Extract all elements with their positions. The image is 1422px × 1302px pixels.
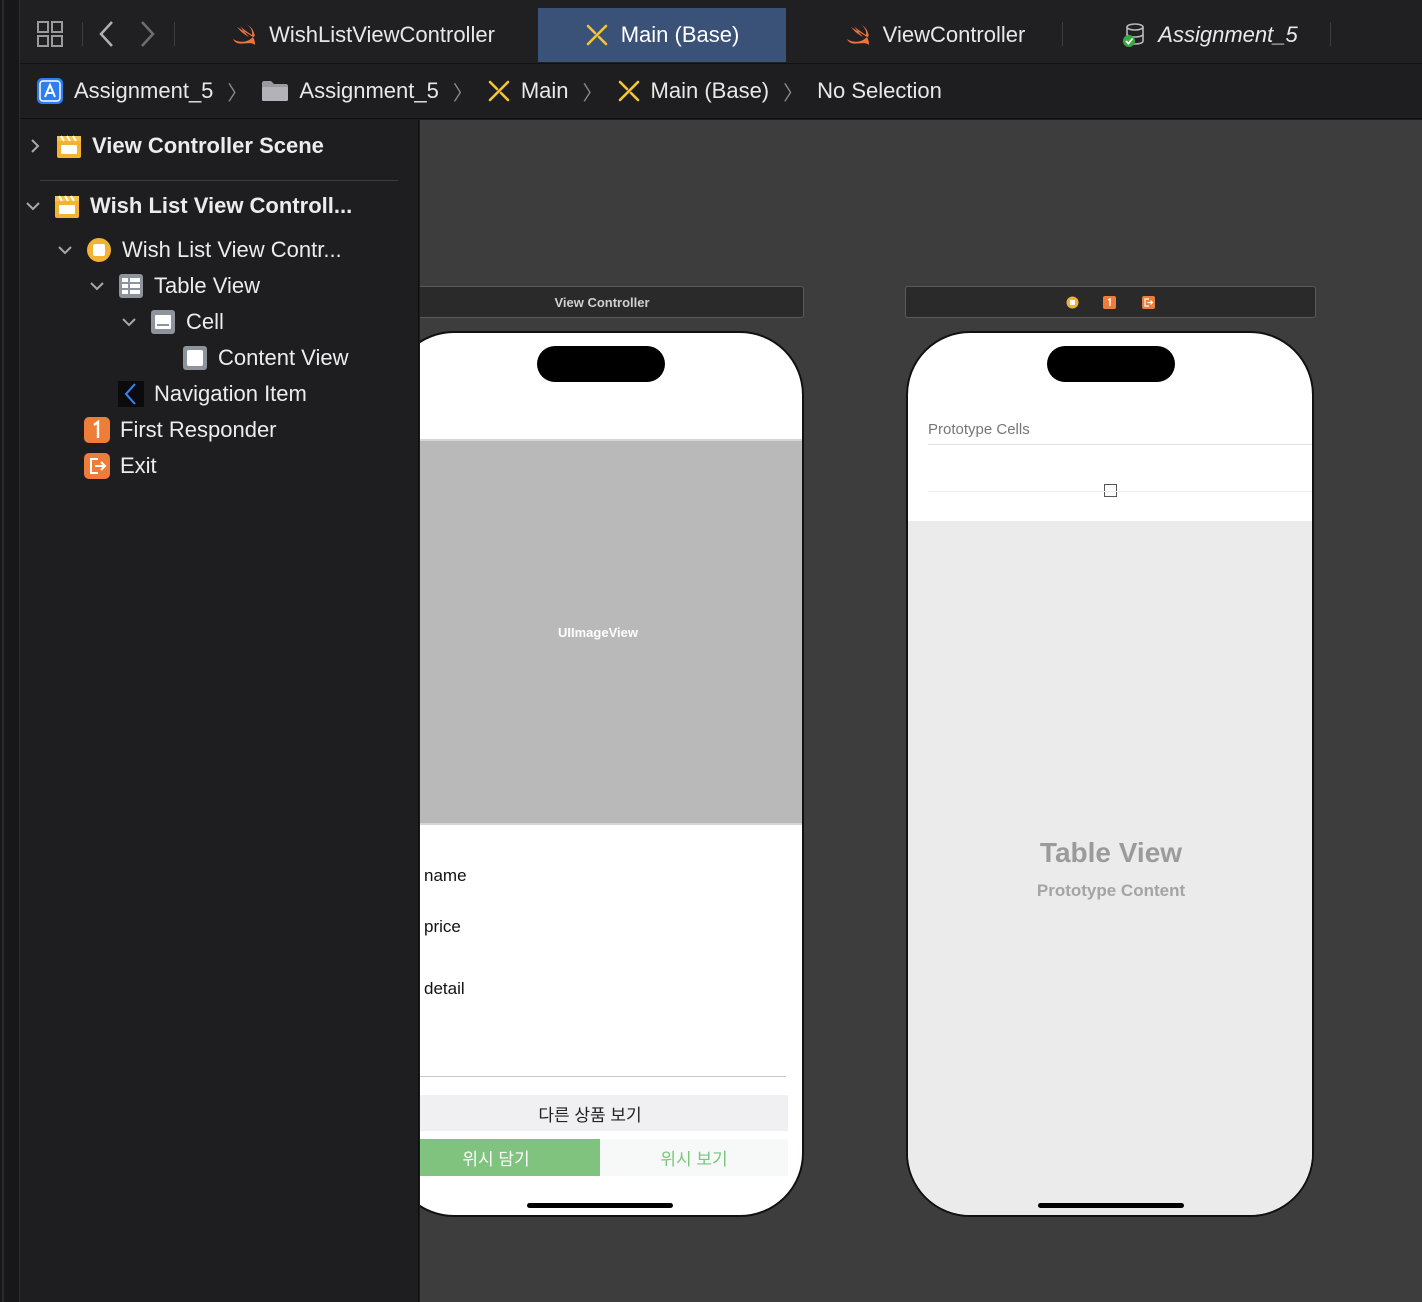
prototype-cells-header: Prototype Cells bbox=[928, 421, 1030, 438]
forward-chevron-icon[interactable] bbox=[138, 20, 156, 53]
price-label[interactable]: price bbox=[424, 917, 461, 937]
chevron-down-icon[interactable] bbox=[24, 197, 42, 215]
left-edge-strip bbox=[0, 0, 20, 1302]
storyboard-icon bbox=[487, 79, 511, 103]
outline-row-wishlist-vc[interactable]: Wish List View Contr... bbox=[56, 233, 342, 267]
breadcrumb-label: Assignment_5 bbox=[299, 78, 439, 103]
scene-icon bbox=[54, 193, 80, 219]
outline-label: Navigation Item bbox=[154, 381, 307, 406]
storyboard-icon bbox=[585, 23, 609, 47]
outline-label: First Responder bbox=[120, 417, 277, 442]
other-products-button[interactable]: 다른 상품 보기 bbox=[420, 1095, 788, 1131]
separator-line bbox=[420, 1076, 786, 1077]
breadcrumb-label: Main (Base) bbox=[650, 78, 770, 103]
first-responder-dock-icon[interactable] bbox=[1103, 295, 1116, 309]
exit-dock-icon[interactable] bbox=[1142, 295, 1155, 309]
breadcrumb-main[interactable]: Main bbox=[487, 78, 569, 104]
breadcrumb-label: Main bbox=[520, 78, 569, 103]
document-outline: View Controller Scene Wish List View Con… bbox=[20, 120, 419, 1302]
breadcrumb-no-selection[interactable]: No Selection bbox=[817, 78, 942, 104]
dynamic-island bbox=[537, 346, 665, 382]
chevron-right-icon: 〉 bbox=[452, 82, 473, 105]
breadcrumb-folder[interactable]: Assignment_5 bbox=[261, 78, 439, 104]
name-label[interactable]: name bbox=[424, 866, 467, 886]
table-view-area[interactable] bbox=[908, 521, 1312, 1215]
tab-label: ViewController bbox=[882, 22, 1026, 47]
database-check-icon bbox=[1122, 22, 1146, 48]
folder-icon bbox=[261, 79, 289, 103]
add-wish-button[interactable]: 위시 담기 bbox=[420, 1139, 600, 1176]
tab-main-base[interactable]: Main (Base) bbox=[538, 8, 786, 62]
home-indicator bbox=[527, 1203, 673, 1208]
breadcrumb-label: No Selection bbox=[817, 78, 942, 103]
tab-wishlistviewcontroller[interactable]: WishListViewController bbox=[198, 8, 528, 62]
outline-label: Exit bbox=[120, 453, 157, 478]
xcode-project-icon bbox=[36, 77, 64, 105]
outline-row-navigation-item[interactable]: Navigation Item bbox=[118, 377, 307, 411]
tab-label: WishListViewController bbox=[269, 22, 495, 47]
scene-title: View Controller bbox=[554, 294, 650, 310]
tab-label: Main (Base) bbox=[620, 22, 740, 47]
cell-separator bbox=[928, 491, 1312, 492]
exit-icon bbox=[84, 453, 110, 479]
outline-row-first-responder[interactable]: First Responder bbox=[84, 413, 277, 447]
tab-assignment5[interactable]: Assignment_5 bbox=[1090, 8, 1330, 62]
outline-label: Wish List View Contr... bbox=[122, 237, 342, 262]
view-wish-button[interactable]: 위시 보기 bbox=[600, 1139, 788, 1176]
editor-tab-bar: WishListViewController Main (Base) ViewC… bbox=[20, 0, 1422, 64]
tab-label: Assignment_5 bbox=[1158, 22, 1298, 47]
view-controller-icon bbox=[86, 237, 112, 263]
chevron-right-icon: 〉 bbox=[582, 82, 603, 105]
view-controller-scene[interactable]: UIImageView name price detail 다른 상품 보기 위… bbox=[420, 331, 804, 1217]
breadcrumb-project[interactable]: Assignment_5 bbox=[36, 77, 213, 105]
chevron-right-icon: 〉 bbox=[783, 82, 804, 105]
breadcrumb-main-base[interactable]: Main (Base) bbox=[617, 78, 770, 104]
scene-icon bbox=[56, 133, 82, 159]
outline-label: Table View bbox=[154, 273, 260, 298]
image-view[interactable]: UIImageView bbox=[420, 439, 802, 825]
chevron-down-icon[interactable] bbox=[120, 313, 138, 331]
outline-row-view-controller-scene[interactable]: View Controller Scene bbox=[26, 129, 324, 163]
outline-row-exit[interactable]: Exit bbox=[84, 449, 157, 483]
image-view-label: UIImageView bbox=[558, 624, 638, 640]
header-separator bbox=[928, 444, 1312, 445]
outline-label: View Controller Scene bbox=[92, 133, 324, 158]
navigation-item-icon bbox=[118, 381, 144, 407]
detail-label[interactable]: detail bbox=[424, 979, 465, 999]
cell-icon bbox=[150, 309, 176, 335]
storyboard-icon bbox=[617, 79, 641, 103]
swift-icon bbox=[231, 23, 257, 47]
dynamic-island bbox=[1047, 346, 1175, 382]
table-view-subtitle: Prototype Content bbox=[1036, 881, 1186, 900]
breadcrumb-label: Assignment_5 bbox=[74, 78, 214, 103]
chevron-right-icon[interactable] bbox=[26, 137, 44, 155]
chevron-down-icon[interactable] bbox=[88, 277, 106, 295]
home-indicator bbox=[1038, 1203, 1184, 1208]
swift-icon bbox=[845, 23, 871, 47]
storyboard-canvas[interactable]: View Controller UIImageView name price d… bbox=[420, 120, 1422, 1302]
tab-viewcontroller[interactable]: ViewController bbox=[810, 8, 1060, 62]
view-controller-dock-icon[interactable] bbox=[1066, 296, 1079, 309]
back-chevron-icon[interactable] bbox=[98, 20, 116, 53]
outline-label: Wish List View Controll... bbox=[90, 193, 353, 218]
related-items-grid-icon[interactable] bbox=[36, 20, 64, 53]
outline-label: Cell bbox=[186, 309, 224, 334]
content-view-icon bbox=[182, 345, 208, 371]
first-responder-icon bbox=[84, 417, 110, 443]
scene-dock-wishlist[interactable] bbox=[905, 286, 1316, 318]
outline-row-cell[interactable]: Cell bbox=[120, 305, 224, 339]
outline-row-content-view[interactable]: Content View bbox=[182, 341, 348, 375]
scene-dock-view-controller[interactable]: View Controller bbox=[420, 286, 804, 318]
chevron-down-icon[interactable] bbox=[56, 241, 74, 259]
jump-bar: Assignment_5 〉 Assignment_5 〉 Main 〉 Mai… bbox=[20, 64, 1422, 119]
wishlist-table-scene[interactable]: Prototype Cells Table View Prototype Con… bbox=[906, 331, 1314, 1217]
outline-row-table-view[interactable]: Table View bbox=[88, 269, 260, 303]
outline-label: Content View bbox=[218, 345, 349, 370]
table-view-icon bbox=[118, 273, 144, 299]
chevron-right-icon: 〉 bbox=[227, 82, 248, 105]
table-view-title: Table View bbox=[1039, 837, 1183, 868]
outline-row-wishlist-scene[interactable]: Wish List View Controll... bbox=[24, 189, 352, 223]
outline-divider bbox=[40, 180, 398, 181]
